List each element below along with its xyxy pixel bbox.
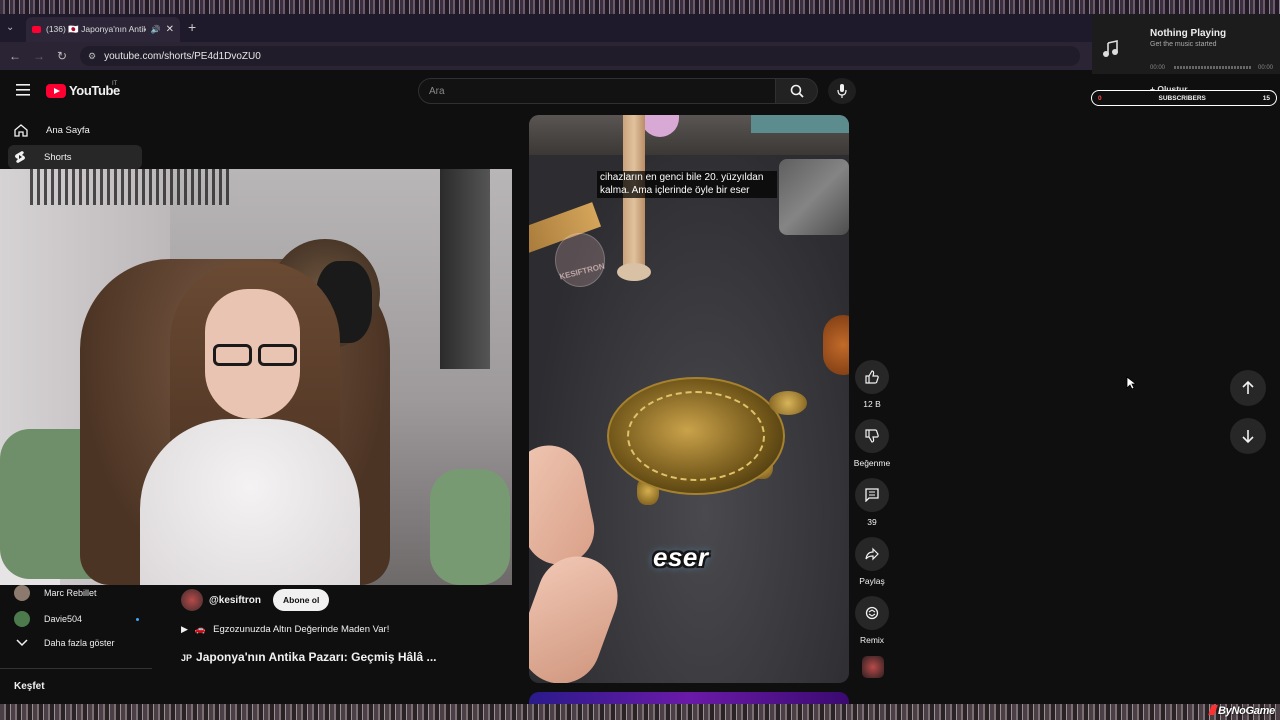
sidebar-item-label: Shorts [44, 151, 72, 163]
sidebar-item-home[interactable]: Ana Sayfa [8, 118, 142, 142]
show-more-label: Daha fazla göster [44, 638, 115, 648]
video-big-subtitle: eser [653, 542, 709, 572]
forward-arrow-icon[interactable]: → [33, 49, 45, 63]
stream-overlay-border-bottom [0, 704, 1280, 720]
stream-overlay-border-top [0, 0, 1280, 14]
comment-count: 39 [867, 517, 877, 527]
next-short-button[interactable] [1230, 418, 1266, 454]
car-icon: 🚗 [194, 624, 207, 634]
subscriber-goal-start: 0 [1098, 94, 1102, 102]
voice-search-button[interactable] [828, 78, 856, 104]
video-caption: cihazların en genci bile 20. yüzyıldan k… [597, 171, 777, 198]
remix-icon [865, 606, 879, 620]
share-label: Paylaş [859, 576, 885, 586]
youtube-header: YouTube IT Ara [0, 70, 1280, 112]
browser-tab-bar: ⌄ (136) 🇯🇵 Japonya'nın Antika 🔊 ✕ + [0, 14, 1280, 42]
next-short-preview[interactable] [529, 692, 849, 704]
subscribe-button[interactable]: Abone ol [272, 589, 330, 611]
like-button[interactable]: 12 B [852, 360, 892, 409]
shorts-icon [15, 151, 25, 163]
youtube-favicon-icon [32, 26, 41, 33]
thumbs-down-icon [865, 429, 879, 443]
channel-avatar[interactable] [181, 589, 203, 611]
comment-icon [865, 488, 879, 502]
share-button[interactable]: Paylaş [852, 537, 892, 586]
sidebar-subscription-marc-rebillet[interactable]: Marc Rebillet [14, 585, 97, 601]
new-content-dot [136, 617, 140, 621]
play-icon: ▶ [181, 624, 188, 634]
now-playing-subtitle: Get the music started [1150, 41, 1217, 48]
search-button[interactable] [776, 78, 818, 104]
url-text: youtube.com/shorts/PE4d1DvoZU0 [104, 50, 261, 62]
dislike-label: Beğenme [853, 458, 891, 468]
remix-button[interactable]: Remix [852, 596, 892, 645]
music-title: Egzozunuzda Altın Değerinde Maden Var! [213, 624, 390, 635]
tab-list-chevron-icon[interactable]: ⌄ [6, 22, 14, 33]
short-channel-row: @kesiftron Abone ol [181, 589, 330, 611]
sidebar-item-label: Ana Sayfa [46, 124, 90, 136]
new-tab-button[interactable]: + [188, 19, 196, 35]
home-icon [14, 123, 28, 137]
browser-address-bar: ← → ↻ ⚙ youtube.com/shorts/PE4d1DvoZU0 [0, 42, 1280, 70]
close-tab-icon[interactable]: ✕ [166, 24, 174, 35]
short-video-player[interactable]: KESIFTRON cihazların en genci bile 20. y… [529, 115, 849, 683]
bynogame-watermark: ByNoGame [1210, 705, 1275, 717]
reload-icon[interactable]: ↻ [57, 49, 67, 63]
sidebar-item-shorts[interactable]: Shorts [8, 145, 142, 169]
sidebar-subscription-davie504[interactable]: Davie504 [14, 611, 140, 627]
share-icon [865, 547, 879, 561]
now-playing-title: Nothing Playing [1150, 28, 1227, 39]
channel-name[interactable]: @kesiftron [209, 595, 261, 606]
search-input[interactable]: Ara [418, 78, 776, 104]
youtube-play-icon [46, 83, 66, 98]
subscriber-goal-label: SUBSCRIBERS [1158, 94, 1206, 102]
now-playing-progress [1174, 66, 1252, 69]
sidebar-section-explore: Keşfet [14, 681, 45, 692]
country-code: IT [112, 81, 118, 87]
search-placeholder: Ara [429, 85, 445, 97]
microphone-icon [837, 84, 847, 98]
youtube-logo[interactable]: YouTube [46, 83, 120, 98]
arrow-down-icon [1242, 430, 1254, 443]
subscription-label: Marc Rebillet [44, 588, 97, 598]
comments-button[interactable]: 39 [852, 478, 892, 527]
previous-short-button[interactable] [1230, 370, 1266, 406]
dislike-button[interactable]: Beğenme [852, 419, 892, 468]
subscriber-goal-bar: 0 SUBSCRIBERS 15 [1091, 90, 1277, 106]
flag-label: JP [181, 653, 193, 663]
show-more-button[interactable]: Daha fazla göster [14, 638, 115, 648]
like-count: 12 B [863, 399, 881, 409]
site-info-icon[interactable]: ⚙ [88, 51, 96, 62]
subscriber-goal-target: 15 [1262, 94, 1270, 102]
search-icon [790, 84, 804, 98]
back-arrow-icon[interactable]: ← [9, 49, 21, 63]
tab-title: (136) 🇯🇵 Japonya'nın Antika [46, 24, 146, 34]
remix-label: Remix [859, 635, 885, 645]
short-title[interactable]: JP Japonya'nın Antika Pazarı: Geçmiş Hâlâ… [181, 650, 437, 664]
title-text: Japonya'nın Antika Pazarı: Geçmiş Hâlâ .… [196, 650, 437, 664]
chevron-down-icon [16, 639, 28, 647]
now-playing-elapsed: 00:00 [1150, 65, 1166, 71]
sidebar-divider [0, 668, 152, 669]
browser-tab[interactable]: (136) 🇯🇵 Japonya'nın Antika 🔊 ✕ [26, 17, 180, 42]
url-field[interactable]: ⚙ youtube.com/shorts/PE4d1DvoZU0 [80, 46, 1080, 66]
short-music-row[interactable]: ▶ 🚗 Egzozunuzda Altın Değerinde Maden Va… [181, 624, 389, 635]
thumbs-up-icon [865, 370, 879, 384]
subscription-label: Davie504 [44, 614, 83, 624]
speaker-icon: 🔊 [150, 25, 161, 34]
mouse-cursor-icon [1126, 376, 1136, 390]
now-playing-duration: 00:00 [1258, 65, 1274, 71]
avatar [14, 611, 30, 627]
channel-avatar-small[interactable] [862, 656, 884, 678]
arrow-up-icon [1242, 381, 1254, 394]
webcam-overlay [0, 169, 512, 585]
music-note-icon [1102, 40, 1120, 58]
avatar [14, 585, 30, 601]
menu-icon[interactable] [16, 84, 30, 96]
